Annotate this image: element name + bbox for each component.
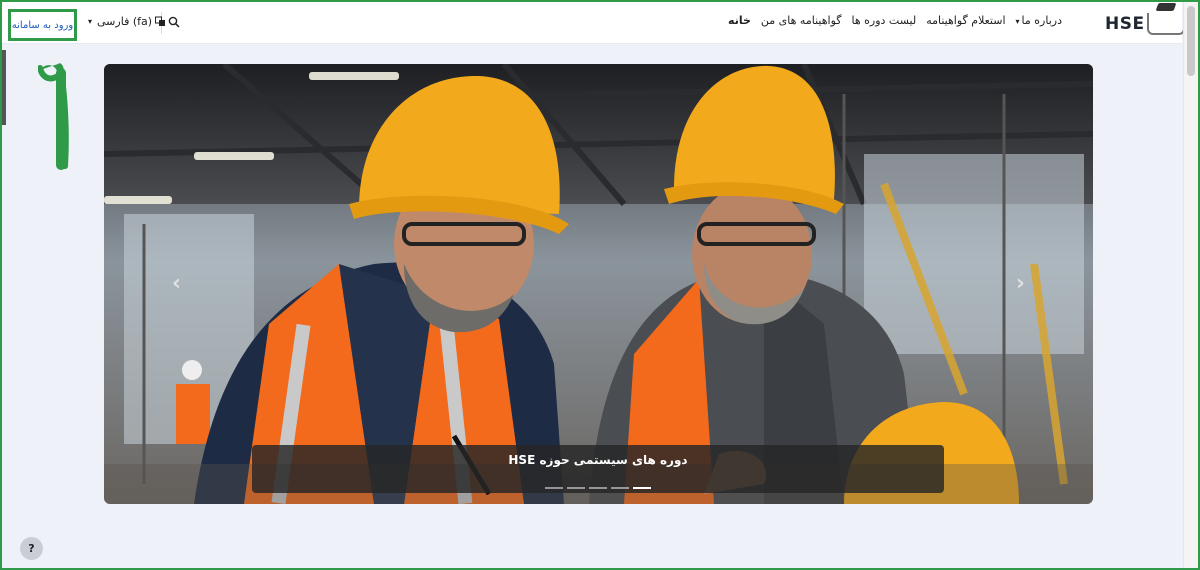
primary-nav: خانه گواهینامه های من لیست دوره ها استعلام … — [728, 14, 1062, 27]
caption-title: دوره های سیستمی حوزه HSE — [508, 453, 688, 467]
carousel-prev-control[interactable]: ‹ — [172, 271, 181, 296]
carousel-indicator[interactable] — [567, 487, 585, 489]
help-label: ? — [28, 542, 35, 555]
nav-item-label: استعلام گواهینامه — [926, 14, 1006, 27]
nav-item-4[interactable]: درباره ما▾ — [1016, 14, 1062, 27]
nav-item-2[interactable]: لیست دوره ها — [851, 14, 916, 27]
help-button[interactable]: ? — [20, 537, 43, 560]
nav-item-0[interactable]: خانه — [728, 14, 751, 27]
step-number-annotation — [38, 63, 69, 170]
nav-item-label: درباره ما — [1021, 14, 1062, 27]
language-selector[interactable]: ▾ فارسی (fa) — [88, 15, 166, 28]
nav-item-3[interactable]: استعلام گواهینامه — [926, 14, 1005, 27]
language-label: فارسی (fa) — [97, 15, 153, 28]
carousel-indicator[interactable] — [633, 487, 651, 489]
carousel-caption: دوره های سیستمی حوزه HSE — [252, 445, 944, 493]
carousel-slide-image — [104, 64, 1093, 504]
scrollbar-thumb[interactable] — [1187, 6, 1195, 76]
hero-carousel[interactable]: ‹ › دوره های سیستمی حوزه HSE — [104, 64, 1093, 504]
login-button[interactable]: ورود به سامانه — [8, 9, 77, 41]
page-footer-area — [2, 524, 1182, 566]
chevron-down-icon: ▾ — [88, 17, 93, 26]
logo-graduation-icon — [1146, 3, 1185, 35]
carousel-next-control[interactable]: › — [1016, 271, 1025, 296]
chevron-down-icon: ▾ — [1015, 17, 1020, 26]
top-navbar: HSE خانه گواهینامه های من لیست دوره ها استع… — [2, 2, 1185, 44]
carousel-indicator[interactable] — [545, 487, 563, 489]
site-logo[interactable]: HSE — [1105, 3, 1185, 35]
nav-item-label: گواهینامه های من — [760, 14, 842, 27]
nav-item-label: خانه — [728, 14, 751, 27]
vertical-scrollbar[interactable] — [1183, 2, 1198, 568]
logo-text: HSE — [1105, 14, 1145, 34]
carousel-indicators — [252, 487, 944, 489]
login-label: ورود به سامانه — [11, 19, 74, 31]
page-edge-marker — [2, 50, 6, 125]
carousel-indicator[interactable] — [589, 487, 607, 489]
nav-item-1[interactable]: گواهینامه های من — [761, 14, 842, 27]
nav-item-label: لیست دوره ها — [851, 14, 917, 27]
search-icon[interactable] — [168, 16, 180, 28]
language-icon — [155, 16, 166, 26]
carousel-indicator[interactable] — [611, 487, 629, 489]
